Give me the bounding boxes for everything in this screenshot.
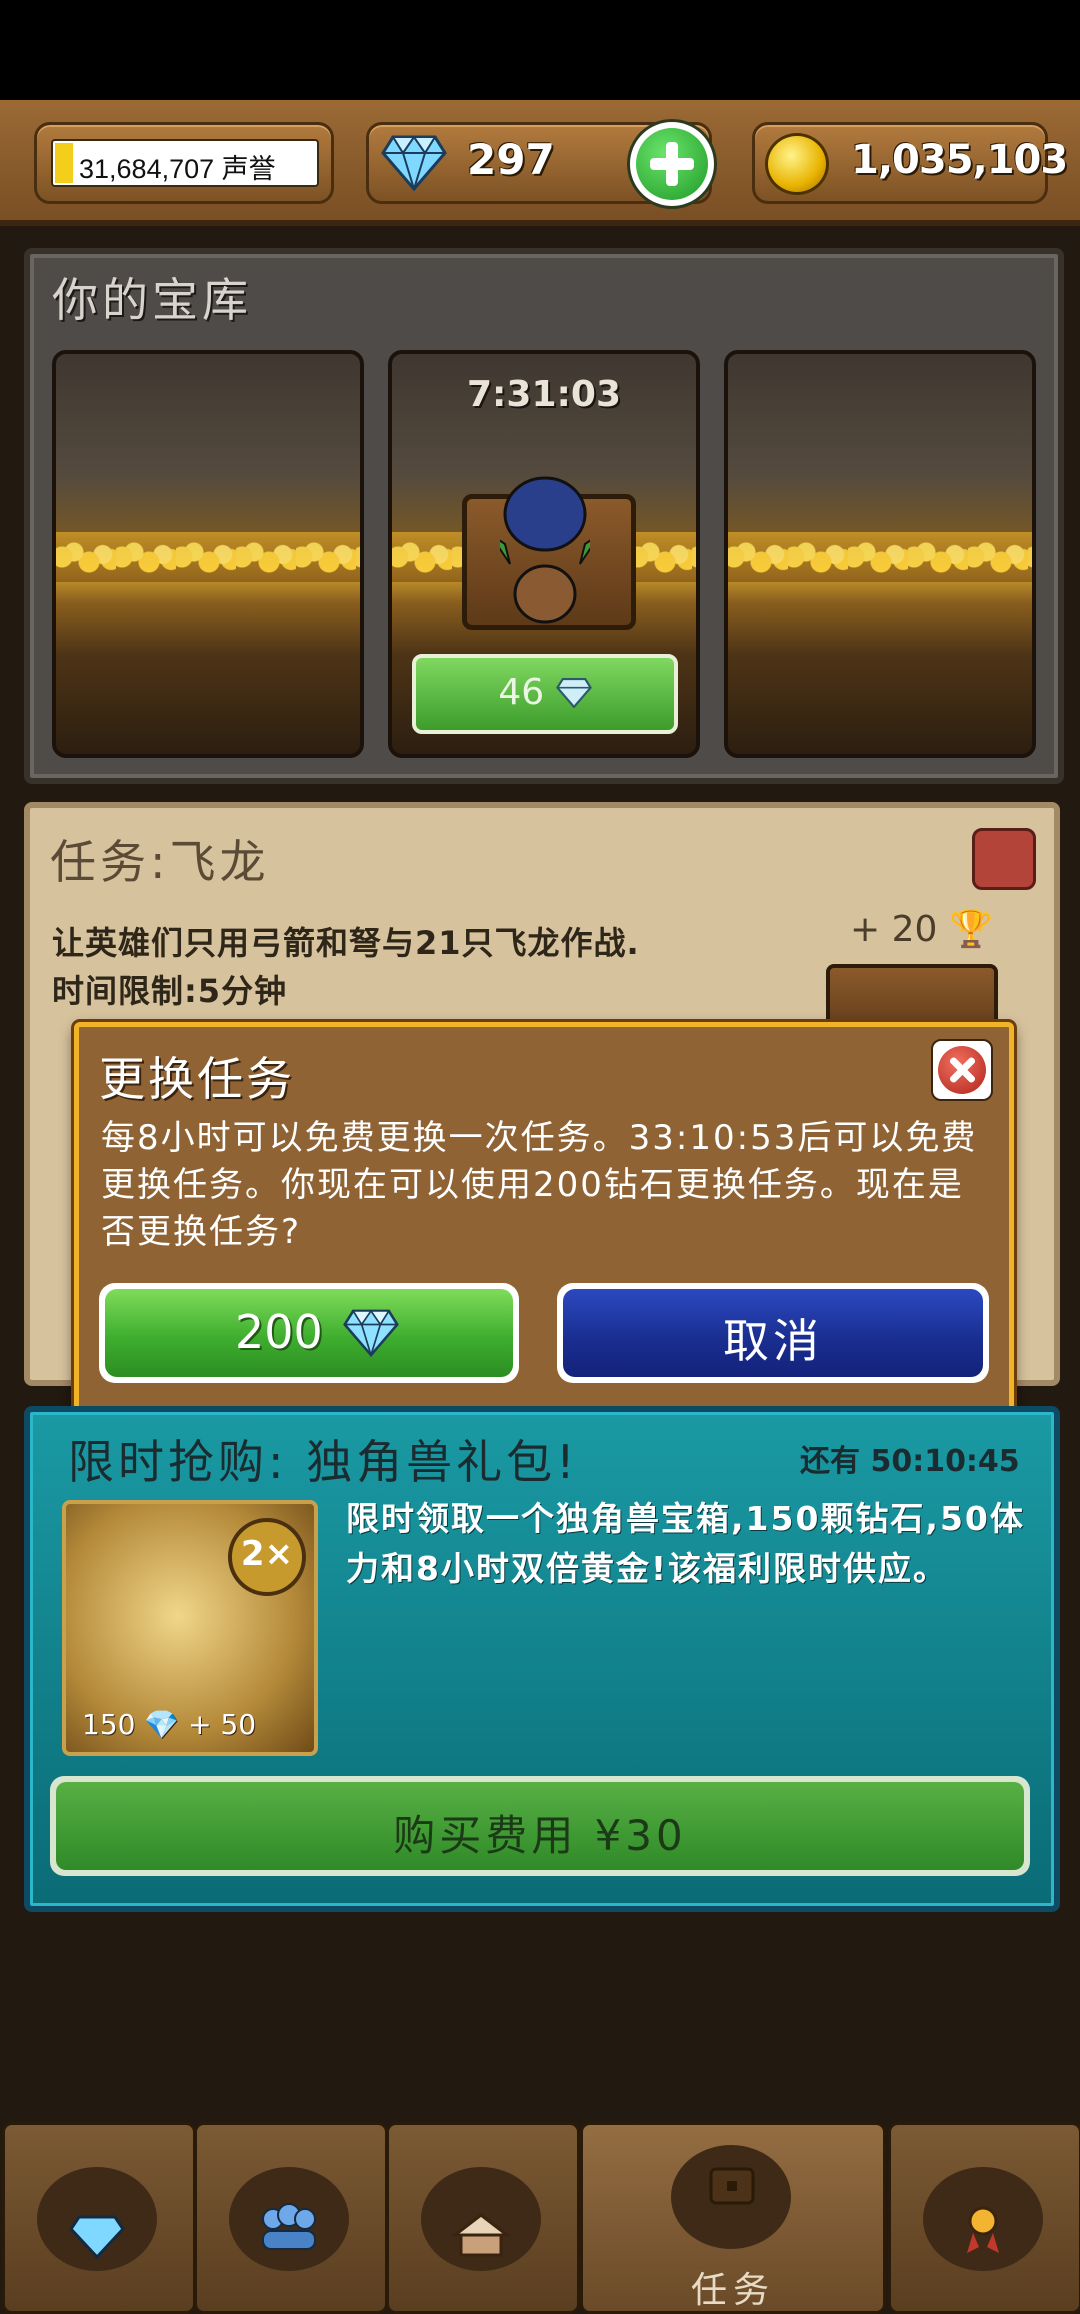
diamond-icon [555, 678, 592, 709]
limited-offer-panel: 限时抢购: 独角兽礼包! 还有 50:10:45 2× 150 💎 + 50 限… [24, 1406, 1060, 1912]
trophy-icon: 🏆 [948, 909, 994, 950]
offer-description: 限时领取一个独角兽宝箱,150颗钻石,50体力和8小时双倍黄金!该福利限时供应。 [346, 1499, 1025, 1588]
change-quest-dialog: 更换任务 每8小时可以免费更换一次任务。33:10:53后可以免费更换任务。你现… [74, 1022, 1014, 1418]
tab-achievements[interactable] [888, 2122, 1080, 2314]
offer-title: 限时抢购: 独角兽礼包! [68, 1435, 579, 1489]
gold-display[interactable]: 1,035,103 [752, 122, 1068, 204]
quest-reward: + 20 🏆 [850, 908, 994, 950]
diamond-icon [381, 135, 447, 195]
cancel-button[interactable]: 取消 [557, 1283, 989, 1383]
gem-icon [69, 2215, 125, 2260]
confirm-change-button[interactable]: 200 [99, 1283, 519, 1383]
vault-slot-chest[interactable]: 7:31:03 46 [388, 350, 700, 758]
vault-slot-empty[interactable] [52, 350, 364, 758]
close-icon [938, 1046, 986, 1094]
tab-gem-shop[interactable] [2, 2122, 196, 2314]
buy-label: 购买费用 ¥30 [393, 1811, 687, 1860]
gold-pile [56, 532, 360, 582]
tab-village[interactable] [386, 2122, 580, 2314]
buy-gems-button[interactable] [627, 119, 717, 209]
fame-progress-bar [55, 143, 73, 183]
vault-title: 你的宝库 [52, 273, 252, 327]
tab-quests-label: 任务 [690, 2270, 775, 2311]
dialog-title: 更换任务 [99, 1052, 295, 1106]
heroes-icon [262, 2203, 316, 2250]
swap-quest-icon[interactable] [972, 828, 1036, 890]
gold-pile [728, 532, 1032, 582]
chest-timer: 7:31:03 [466, 374, 622, 415]
house-icon [450, 2213, 512, 2257]
diamond-icon [343, 1309, 399, 1361]
buy-offer-button[interactable]: 购买费用 ¥30 [50, 1776, 1030, 1876]
plus-icon [636, 128, 708, 200]
tab-heroes[interactable] [194, 2122, 388, 2314]
dialog-message: 每8小时可以免费更换一次任务。33:10:53后可以免费更换任务。你现在可以使用… [101, 1118, 978, 1252]
gold-count: 1,035,103 [851, 137, 1068, 183]
open-chest-button[interactable]: 46 [412, 654, 678, 734]
fame-value: 31,684,707 声誉 [79, 154, 276, 184]
quest-time-limit: 时间限制:5分钟 [52, 972, 288, 1010]
close-button[interactable] [931, 1039, 993, 1101]
double-gold-badge: 2× [228, 1518, 306, 1596]
status-bar [0, 0, 1080, 100]
fame-box: 31,684,707 声誉 [51, 139, 319, 187]
currency-bar: 31,684,707 声誉 297 1,035,103 [0, 100, 1080, 226]
gold-coin-icon [765, 133, 829, 195]
gem-display[interactable]: 297 [366, 119, 717, 209]
fame-display[interactable]: 31,684,707 声誉 [34, 122, 334, 204]
cancel-label: 取消 [723, 1314, 823, 1368]
quest-reward-value: + 20 [850, 909, 938, 950]
bottom-nav: 任务 [0, 2120, 1080, 2314]
goblin-icon [500, 476, 590, 624]
tab-quests[interactable]: 任务 [580, 2122, 886, 2314]
quest-description: 让英雄们只用弓箭和弩与21只飞龙作战. [52, 924, 640, 962]
open-cost: 46 [498, 672, 545, 713]
vault-slot-empty[interactable] [724, 350, 1036, 758]
chest-icon [709, 2167, 755, 2205]
offer-chest-image: 2× 150 💎 + 50 [62, 1500, 318, 1756]
gem-count: 297 [467, 135, 555, 184]
offer-card-caption: 150 💎 + 50 [82, 1708, 257, 1741]
quest-title: 任务:飞龙 [50, 835, 270, 889]
vault-panel: 你的宝库 7:31:03 46 [24, 248, 1064, 784]
confirm-cost: 200 [235, 1305, 323, 1359]
medal-icon [967, 2206, 999, 2253]
offer-timer: 还有 50:10:45 [800, 1444, 1020, 1479]
